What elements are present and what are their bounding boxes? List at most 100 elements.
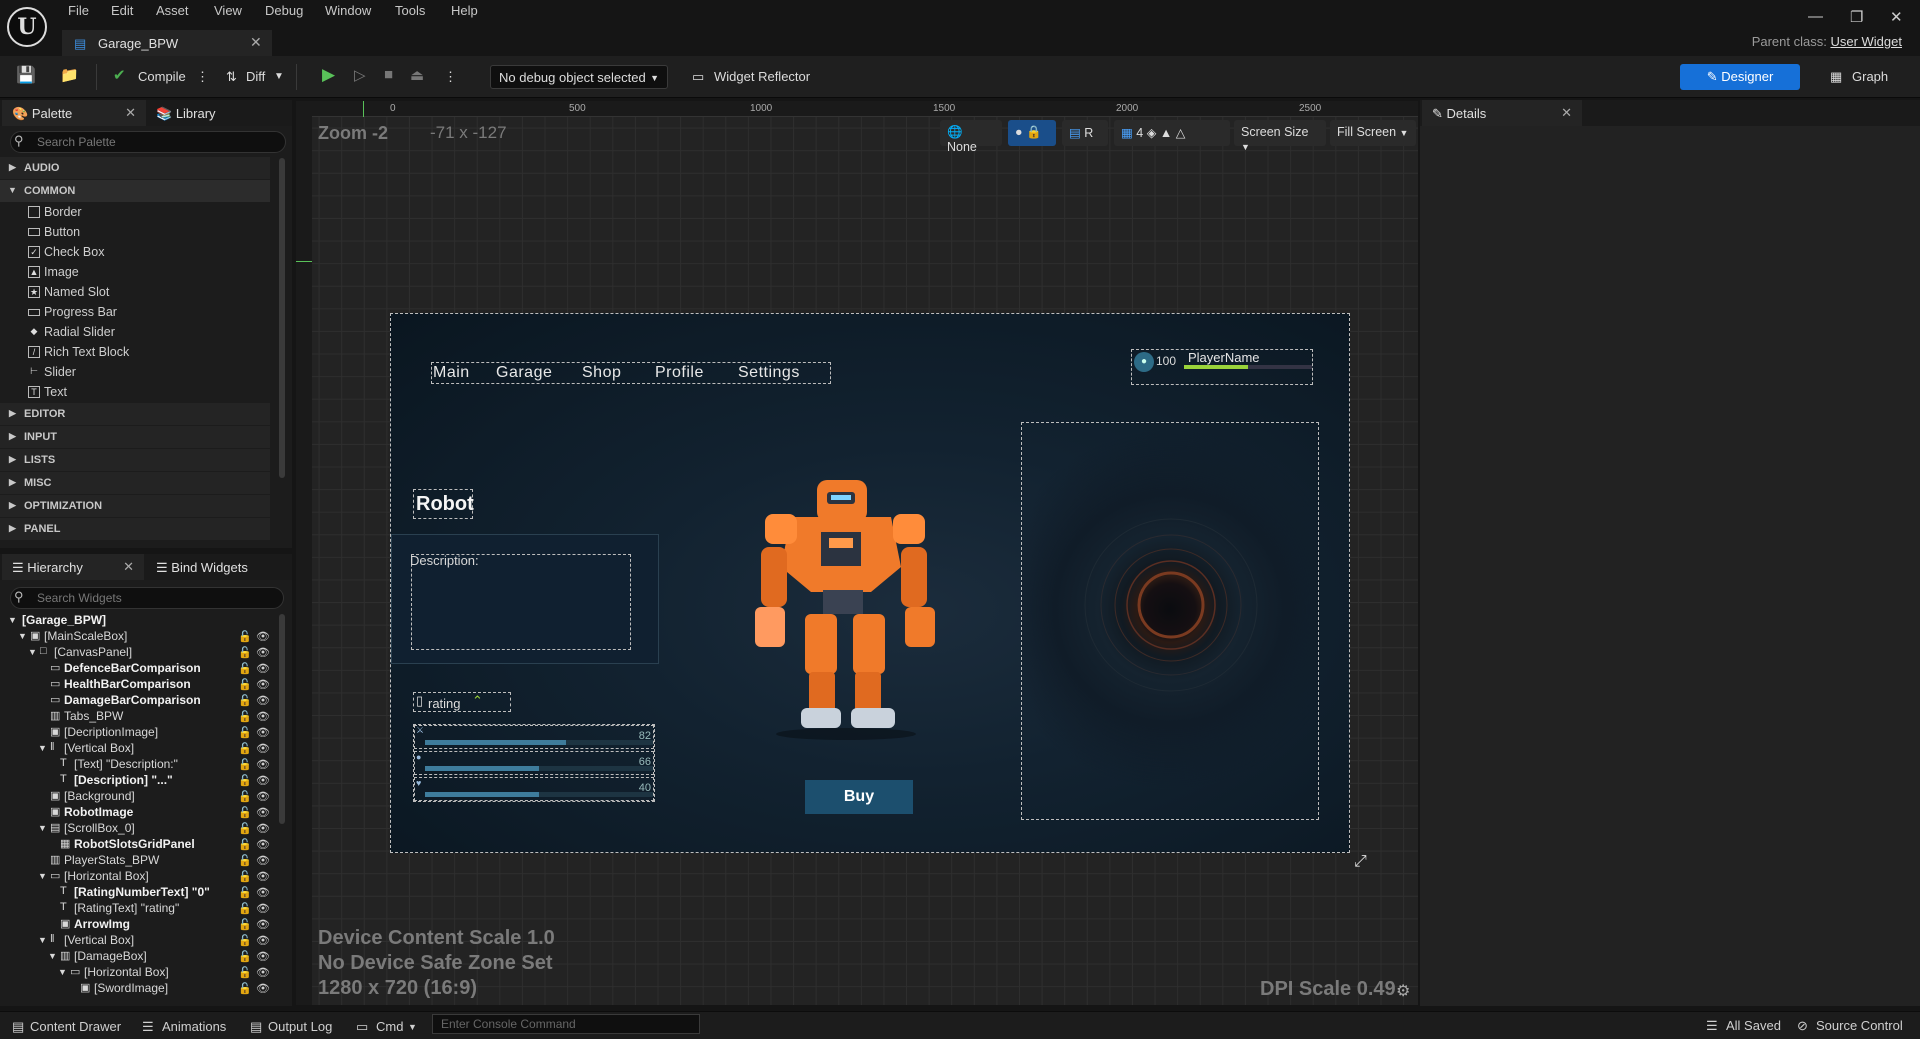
visibility-eye-icon[interactable]: 👁 [256,838,270,851]
visibility-eye-icon[interactable]: 👁 [256,710,270,723]
visibility-eye-icon[interactable]: 👁 [256,630,270,643]
menu-file[interactable]: File [68,3,89,18]
palette-item-slider[interactable]: ⊢ Slider [30,365,76,379]
palette-item-border[interactable]: Border [28,205,82,219]
visibility-eye-icon[interactable]: 👁 [256,758,270,771]
resize-handle-icon[interactable]: ⤢ [1354,853,1367,871]
compile-button[interactable]: Compile [138,69,186,84]
compile-icon[interactable]: ✔ [113,66,126,84]
hierarchy-row[interactable]: ▥ PlayerStats_BPW 🔓 👁 [0,853,280,869]
hierarchy-search-input[interactable]: Search Widgets [10,587,284,609]
lock-icon[interactable]: 🔓 [238,838,252,851]
visibility-eye-icon[interactable]: 👁 [256,982,270,995]
chevron-down-icon[interactable]: ▼ [38,935,47,945]
stop-icon[interactable]: ■ [384,66,393,83]
category-editor[interactable]: ▶ EDITOR [0,403,270,425]
chevron-down-icon[interactable]: ▼ [58,967,67,977]
menu-help[interactable]: Help [451,3,478,18]
hierarchy-row[interactable]: ▦ RobotSlotsGridPanel 🔓 👁 [0,837,280,853]
robot-image[interactable] [751,472,941,742]
browse-icon[interactable]: 📁 [60,66,79,84]
chevron-down-icon[interactable]: ▼ [408,1022,417,1032]
palette-item-radial-slider[interactable]: ◆ Radial Slider [31,325,115,339]
hierarchy-row[interactable]: ▣ [Background] 🔓 👁 [0,789,280,805]
visibility-eye-icon[interactable]: 👁 [256,646,270,659]
tabs-widget[interactable]: Main Garage Shop Profile Settings [431,362,831,384]
hierarchy-row[interactable]: ▣ ArrowImg 🔓 👁 [0,917,280,933]
lock-icon[interactable]: 🔓 [238,758,252,771]
hierarchy-row[interactable]: ▥ Tabs_BPW 🔓 👁 [0,709,280,725]
lock-icon[interactable]: 🔓 [238,790,252,803]
player-stats-widget[interactable]: ● 100 PlayerName [1131,349,1313,385]
hierarchy-row[interactable]: ▼ ‖ [Vertical Box] 🔓 👁 [0,741,280,757]
hierarchy-row[interactable]: ▣ [SwordImage] 🔓 👁 [0,981,280,997]
content-drawer-button[interactable]: Content Drawer [30,1019,121,1034]
lock-icon[interactable]: 🔓 [238,854,252,867]
visibility-eye-icon[interactable]: 👁 [256,966,270,979]
lock-icon[interactable]: 🔓 [238,918,252,931]
hierarchy-row[interactable]: ▭ DefenceBarComparison 🔓 👁 [0,661,280,677]
eject-icon[interactable]: ⏏ [410,66,424,84]
menu-tools[interactable]: Tools [395,3,425,18]
lock-icon[interactable]: 🔓 [238,870,252,883]
visibility-eye-icon[interactable]: 👁 [256,854,270,867]
visibility-eye-icon[interactable]: 👁 [256,918,270,931]
category-misc[interactable]: ▶ MISC [0,472,270,494]
hierarchy-row[interactable]: ▣ RobotImage 🔓 👁 [0,805,280,821]
visibility-eye-icon[interactable]: 👁 [256,950,270,963]
chevron-down-icon[interactable]: ▼ [38,823,47,833]
lock-icon[interactable]: 🔓 [238,982,252,995]
hierarchy-row[interactable]: ▼ ▭ [Horizontal Box] 🔓 👁 [0,965,280,981]
palette-scrollbar[interactable] [279,158,285,478]
category-input[interactable]: ▶ INPUT [0,426,270,448]
menu-debug[interactable]: Debug [265,3,303,18]
close-icon[interactable]: ✕ [1561,105,1572,121]
palette-search-input[interactable]: Search Palette [10,131,286,153]
category-common[interactable]: ▼ COMMON [0,180,270,202]
output-log-button[interactable]: Output Log [268,1019,332,1034]
unreal-logo-icon[interactable]: U [7,7,47,47]
chevron-down-icon[interactable]: ▼ [8,615,17,625]
chevron-down-icon[interactable]: ▼ [18,631,27,641]
widget-canvas[interactable]: Main Garage Shop Profile Settings ● 100 … [390,313,1350,853]
menu-view[interactable]: View [214,3,242,18]
minimize-icon[interactable]: — [1808,8,1823,25]
hierarchy-row[interactable]: ▭ DamageBarComparison 🔓 👁 [0,693,280,709]
robot-slots-scrollbox[interactable] [1021,422,1319,820]
nav-shop[interactable]: Shop [582,364,621,382]
play-icon[interactable]: ▶ [322,65,335,85]
palette-item-button[interactable]: Button [28,225,80,239]
hierarchy-row[interactable]: ▼ ▣ [MainScaleBox] 🔓 👁 [0,629,280,645]
menu-window[interactable]: Window [325,3,371,18]
lock-icon[interactable]: 🔓 [238,950,252,963]
settings-icon[interactable]: ⚙ [1396,981,1410,1001]
hierarchy-row[interactable]: T [Description] "..." 🔓 👁 [0,773,280,789]
nav-garage[interactable]: Garage [496,364,552,382]
hierarchy-row[interactable]: T [RatingNumberText] "0" 🔓 👁 [0,885,280,901]
close-tab-icon[interactable]: ✕ [250,34,262,51]
palette-item-text[interactable]: T Text [28,385,67,399]
visibility-eye-icon[interactable]: 👁 [256,934,270,947]
palette-item-rich-text-block[interactable]: / Rich Text Block [28,345,129,359]
lock-icon[interactable]: 🔓 [238,678,252,691]
tab-details[interactable]: ✎ Details ✕ [1422,100,1582,126]
hierarchy-row[interactable]: ▼ ▥ [DamageBox] 🔓 👁 [0,949,280,965]
palette-item-checkbox[interactable]: ✓ Check Box [28,245,104,259]
lock-icon[interactable]: 🔓 [238,822,252,835]
lock-icon[interactable]: 🔓 [238,694,252,707]
category-audio[interactable]: ▶ AUDIO [0,157,270,179]
lock-icon[interactable]: 🔓 [238,726,252,739]
visibility-eye-icon[interactable]: 👁 [256,822,270,835]
graph-mode-button[interactable]: Graph [1852,69,1888,84]
visibility-eye-icon[interactable]: 👁 [256,870,270,883]
category-panel[interactable]: ▶ PANEL [0,518,270,540]
lock-icon[interactable]: 🔓 [238,934,252,947]
palette-item-named-slot[interactable]: ★ Named Slot [28,285,109,299]
hierarchy-row[interactable]: ▭ HealthBarComparison 🔓 👁 [0,677,280,693]
grid-snap-toggle[interactable]: ▦ 4 ◈ ▲ △ [1114,120,1230,146]
visibility-eye-icon[interactable]: 👁 [256,774,270,787]
chevron-down-icon[interactable]: ▼ [274,71,284,82]
lock-icon[interactable]: 🔓 [238,742,252,755]
visibility-eye-icon[interactable]: 👁 [256,678,270,691]
widget-reflector-button[interactable]: Widget Reflector [714,69,810,84]
